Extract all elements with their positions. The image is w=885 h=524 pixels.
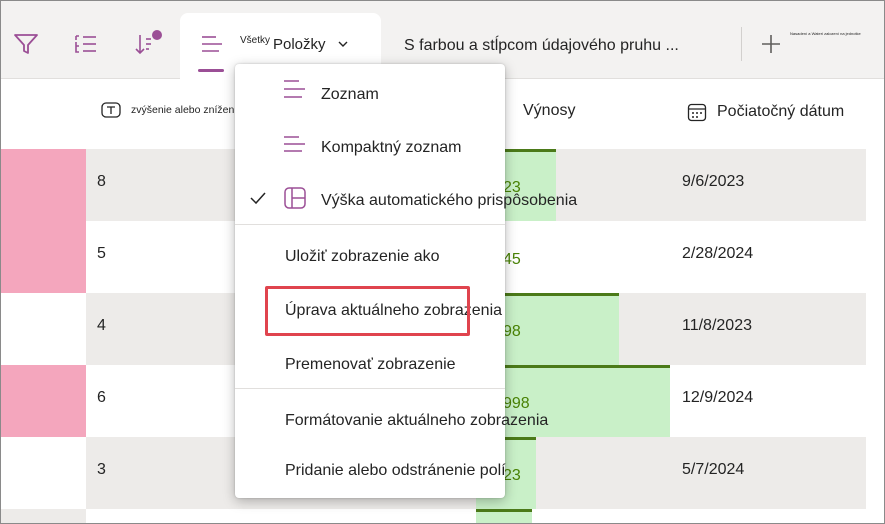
start-date-value: 5/7/2024	[682, 461, 745, 478]
menu-item-label: Uložiť zobrazenie ako	[285, 248, 440, 265]
color-cell	[1, 437, 86, 509]
toolbar-divider	[741, 27, 742, 61]
menu-item-label: Formátovanie aktuálneho zobrazenia	[285, 412, 549, 429]
revenue-value: 998	[503, 395, 530, 412]
row-number: 8	[97, 173, 106, 190]
column-header-revenue[interactable]: Výnosy	[523, 102, 575, 120]
start-date-value: 12/9/2024	[682, 389, 754, 406]
row-number: 4	[97, 317, 106, 334]
checkmark-icon	[249, 190, 267, 211]
menu-divider	[235, 224, 505, 225]
list-view-icon	[200, 33, 224, 62]
menu-item-list[interactable]: Zoznam	[235, 72, 505, 120]
color-cell	[1, 221, 86, 293]
menu-item-compact-list[interactable]: Kompaktný zoznam	[235, 126, 505, 174]
view-options-menu: Zoznam Kompaktný zoznam Výška automatick…	[235, 64, 577, 498]
menu-item-label: Úprava aktuálneho zobrazenia	[285, 302, 503, 319]
chevron-down-icon[interactable]	[337, 37, 349, 55]
menu-item-autofit-height[interactable]: Výška automatického prispôsobenia	[235, 178, 577, 224]
compact-list-icon	[283, 132, 307, 161]
calendar-icon	[687, 102, 707, 122]
row-number: 5	[97, 245, 106, 262]
column-header-start-date[interactable]: Počiatočný dátum	[687, 102, 844, 122]
add-view-button[interactable]	[756, 27, 786, 61]
menu-item-add-remove-fields[interactable]: Pridanie alebo odstránenie polí	[235, 448, 506, 492]
menu-item-label: Premenovať zobrazenie	[285, 356, 456, 373]
list-view-window: Všetky Položky S farbou a stĺpcom údajov…	[0, 0, 885, 524]
menu-item-rename-view[interactable]: Premenovať zobrazenie	[235, 344, 505, 386]
sort-icon[interactable]	[131, 27, 165, 61]
color-cell	[1, 293, 86, 365]
group-by-icon[interactable]	[69, 27, 103, 61]
menu-divider	[235, 388, 505, 389]
menu-item-label: Výška automatického prispôsobenia	[321, 192, 578, 209]
column-header-start-date-label: Počiatočný dátum	[717, 103, 845, 120]
revenue-value: 98	[503, 323, 521, 340]
filter-icon[interactable]	[9, 27, 43, 61]
view-scope-label: Všetky	[240, 35, 271, 46]
plus-icon	[762, 35, 780, 53]
menu-item-edit-current-view[interactable]: Úprava aktuálneho zobrazenia	[235, 286, 505, 340]
start-date-value: 9/6/2023	[682, 173, 745, 190]
color-cell	[1, 149, 86, 221]
table-row[interactable]	[1, 509, 866, 523]
color-cell	[1, 509, 86, 523]
autofit-height-icon	[283, 186, 307, 215]
revenue-value: 45	[503, 251, 521, 268]
menu-item-label: Kompaktný zoznam	[321, 139, 462, 156]
menu-item-label: Zoznam	[321, 86, 379, 103]
list-view-icon	[283, 78, 307, 107]
active-tab-indicator	[198, 69, 224, 72]
row-number: 3	[97, 461, 106, 478]
text-column-icon	[101, 102, 121, 118]
tab2-label: S farbou a stĺpcom údajového pruhu ...	[404, 37, 679, 54]
data-bar	[476, 509, 532, 523]
start-date-value: 2/28/2024	[682, 245, 754, 262]
row-number: 6	[97, 389, 106, 406]
menu-item-label: Pridanie alebo odstránenie polí	[285, 462, 506, 479]
start-date-value: 11/8/2023	[682, 317, 752, 334]
column-header-revenue-label: Výnosy	[523, 102, 576, 119]
view-name-label: Položky	[273, 36, 326, 53]
tab-extra-view[interactable]: Nasadení a Wateri zalození na jednotke	[790, 31, 870, 36]
menu-item-format-current-view[interactable]: Formátovanie aktuálneho zobrazenia	[235, 396, 548, 444]
menu-item-save-view-as[interactable]: Uložiť zobrazenie ako	[235, 232, 505, 282]
color-cell	[1, 365, 86, 437]
